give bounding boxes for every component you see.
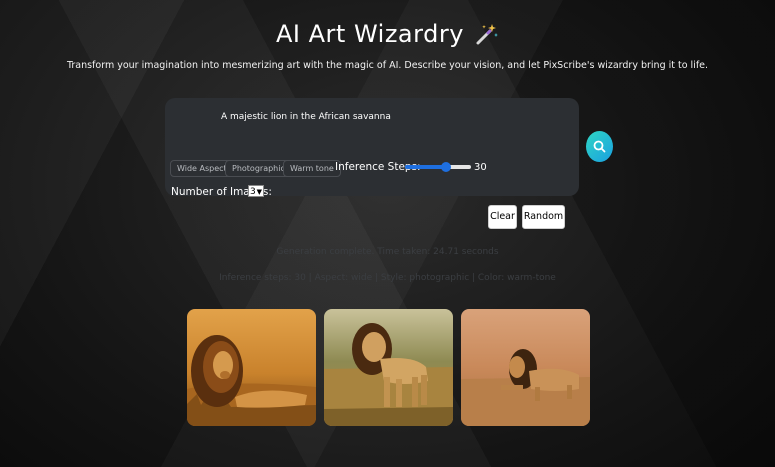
generation-status: Generation complete. Time taken: 24.71 s… <box>276 247 499 257</box>
chip-photographic[interactable]: Photographic <box>225 160 292 177</box>
slider-thumb[interactable] <box>440 162 451 172</box>
app-header: AI Art Wizardry <box>0 20 775 48</box>
magic-wand-icon <box>475 22 499 46</box>
number-of-images-select[interactable]: 3 ▼ <box>248 185 264 197</box>
app-title: AI Art Wizardry <box>276 20 464 48</box>
search-icon <box>593 140 606 153</box>
generated-image-2[interactable] <box>324 309 453 426</box>
random-button[interactable]: Random <box>522 205 565 229</box>
inference-steps-value: 30 <box>474 162 487 173</box>
app-subtitle: Transform your imagination into mesmeriz… <box>66 60 709 71</box>
generate-search-button[interactable] <box>586 131 613 162</box>
generated-image-3[interactable] <box>461 309 590 426</box>
clear-button[interactable]: Clear <box>488 205 517 229</box>
prompt-input[interactable]: A majestic lion in the African savanna <box>221 112 391 122</box>
generation-details: Inference steps: 30 | Aspect: wide | Sty… <box>219 273 556 283</box>
generated-image-1[interactable] <box>187 309 316 426</box>
chevron-down-icon: ▼ <box>256 188 262 196</box>
number-of-images-value: 3 <box>250 187 256 197</box>
chip-warm-tone[interactable]: Warm tone <box>283 160 341 177</box>
slider-fill <box>405 165 446 169</box>
inference-steps-slider[interactable] <box>405 162 471 172</box>
